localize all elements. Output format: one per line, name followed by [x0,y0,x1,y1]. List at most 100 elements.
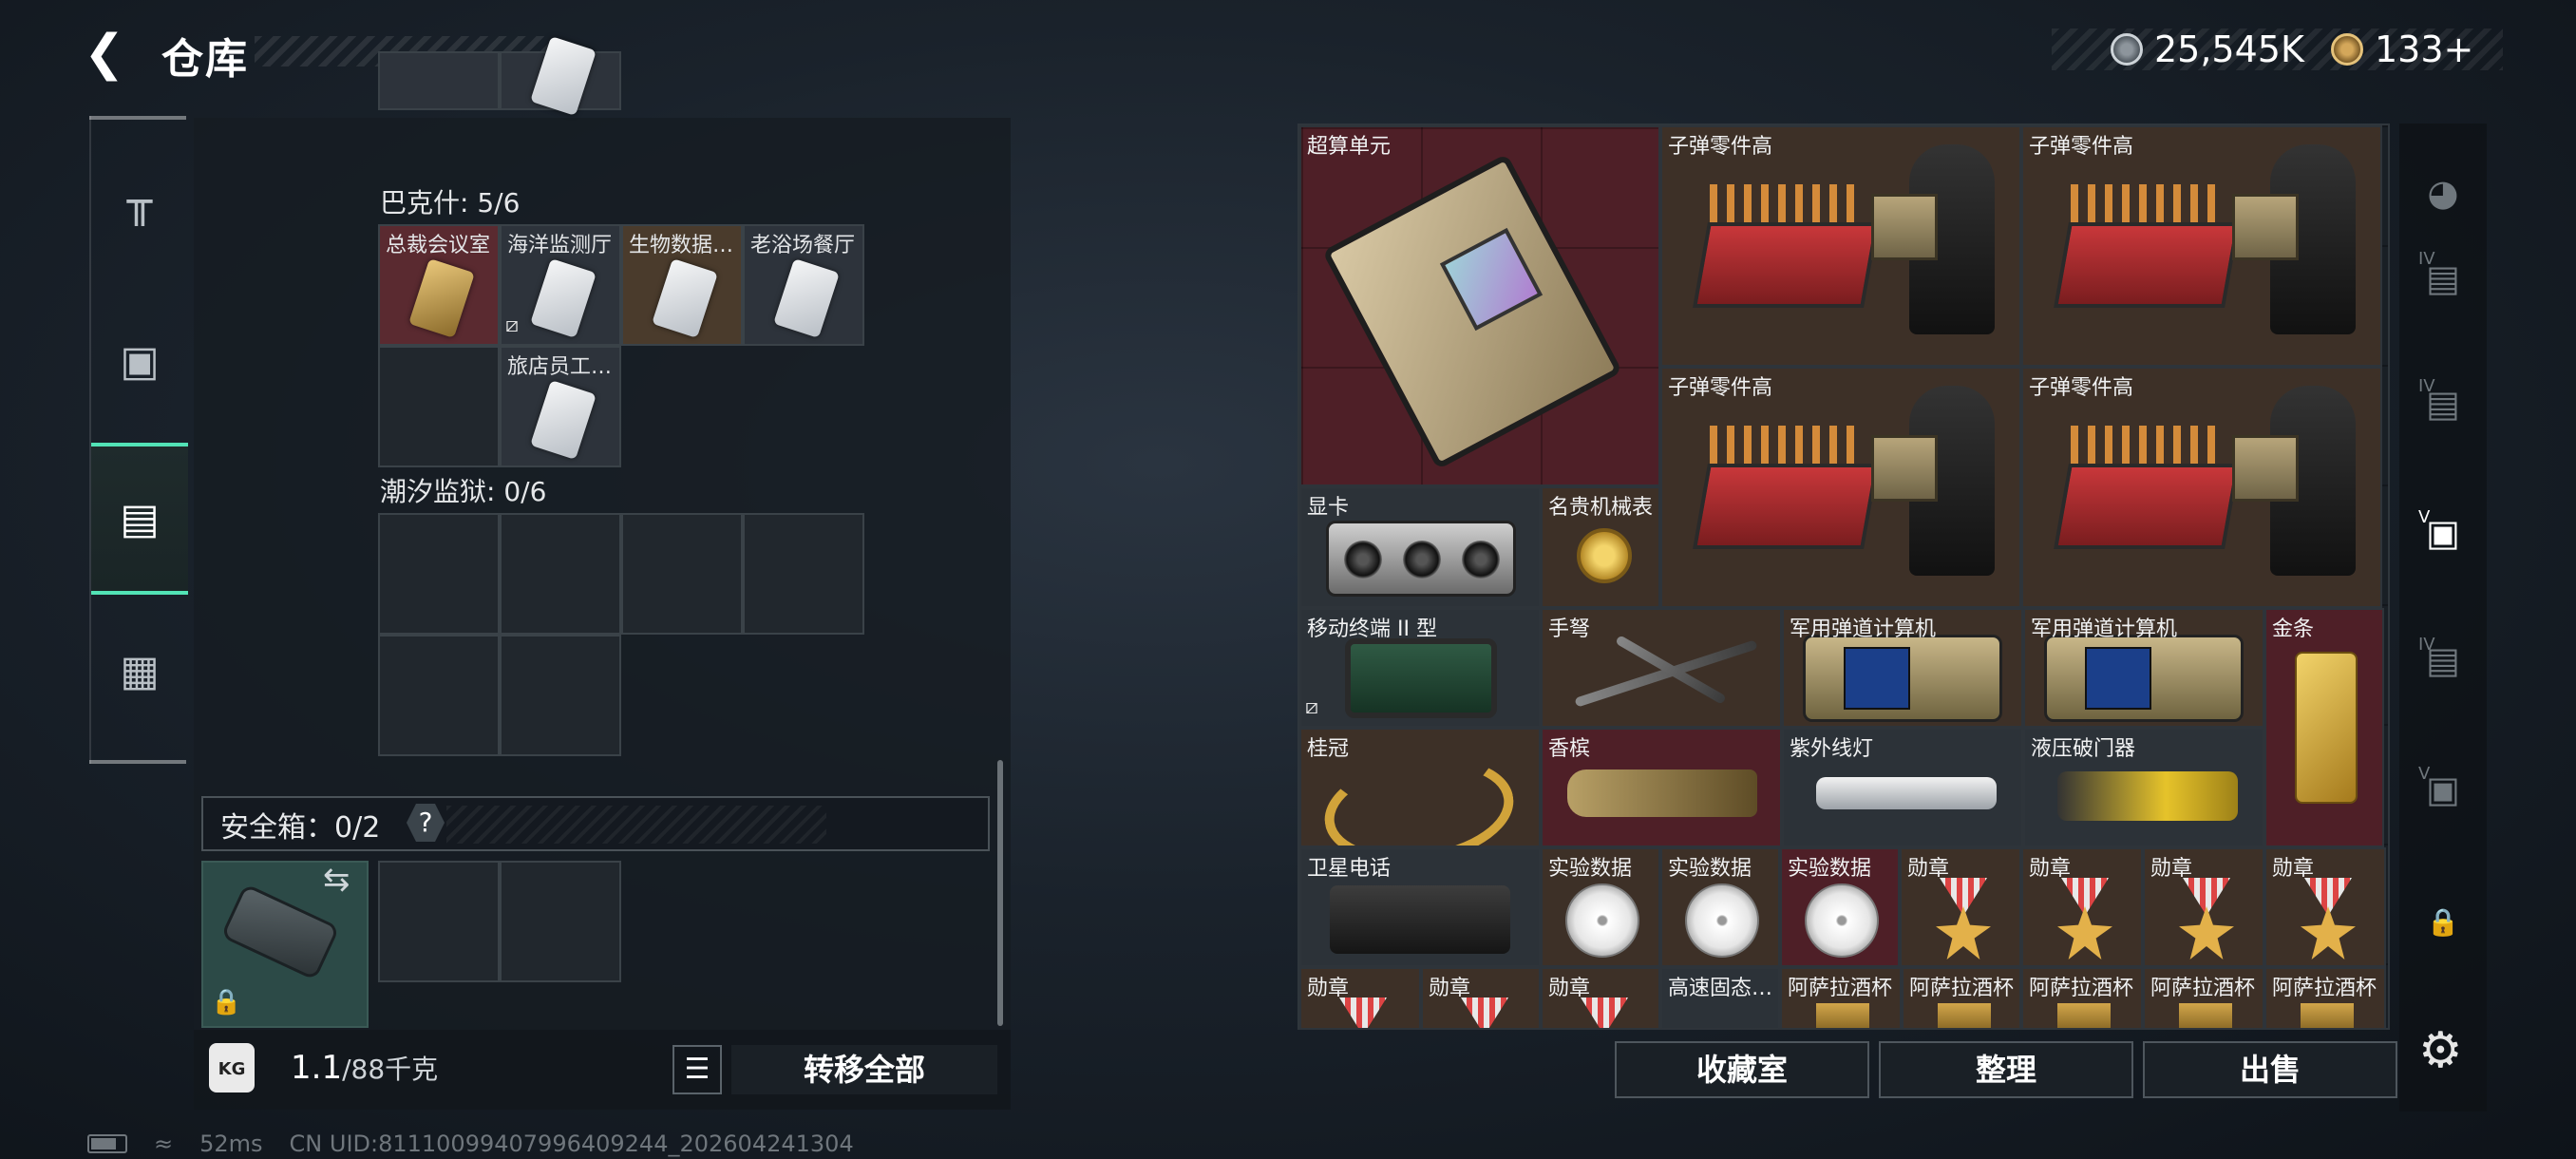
item-label: 勋章 [1548,977,1591,1000]
gold-amount: 133+ [2375,28,2474,70]
keycard-slot-empty[interactable] [378,513,500,635]
keycard-slot[interactable]: 总裁会议室 [378,224,500,346]
keycard-label: 生物数据… [629,234,734,257]
sell-button[interactable]: 出售 [2143,1041,2397,1098]
organize-button[interactable]: 整理 [1879,1041,2133,1098]
silver-coin-icon [2111,33,2143,66]
silver-currency[interactable]: 25,545K [2111,28,2304,70]
item-supercomputer[interactable]: 超算单元 [1299,125,1660,486]
item-medal[interactable]: 勋章 [1900,847,2021,967]
transfer-all-button[interactable]: 转移全部 [731,1045,997,1094]
item-ammo-parts[interactable]: 子弹零件高 [1660,367,2021,608]
safe-slot-empty[interactable] [500,861,621,982]
keycard-slot-empty[interactable] [378,346,500,467]
item-ballistic-computer[interactable]: 军用弹道计算机 [1782,608,2023,728]
toolbox-icon: ▦ [120,646,160,695]
item-champagne[interactable]: 香槟 [1541,728,1782,847]
ballistic-computer-icon [2044,635,2244,722]
item-crossbow[interactable]: 手弩 [1541,608,1782,728]
nav-toolbox[interactable]: ▦ [91,595,188,747]
vest-v-icon[interactable]: ▣ [2399,481,2487,585]
item-label: 实验数据 [1668,857,1752,881]
swap-icon[interactable]: ⇆ [323,861,350,899]
item-asara-cup[interactable]: 阿萨拉酒杯 [1902,967,2021,1030]
item-lab-data[interactable]: 实验数据 [1541,847,1660,967]
item-asara-cup[interactable]: 阿萨拉酒杯 [2264,967,2386,1030]
keycard-icon [530,380,597,460]
item-ammo-parts[interactable]: 子弹零件高 [1660,125,2021,367]
item-mobile-terminal[interactable]: 移动终端 II 型 ⧄ [1299,608,1541,728]
item-medal[interactable]: 勋章 [1541,967,1660,1030]
nav-backpack[interactable]: ▤ [91,443,188,595]
gold-currency[interactable]: 133+ [2331,28,2473,70]
item-label: 勋章 [2272,857,2315,881]
item-asara-cup[interactable]: 阿萨拉酒杯 [2143,967,2264,1030]
item-asara-cup[interactable]: 阿萨拉酒杯 [1780,967,1902,1030]
item-lab-data[interactable]: 实验数据 [1660,847,1780,967]
collection-button[interactable]: 收藏室 [1615,1041,1869,1098]
vest-iv-icon[interactable]: ▤ [2399,352,2487,456]
bullets-icon [2071,184,2223,222]
keycard-slot-partial[interactable] [378,51,500,110]
item-medal[interactable]: 勋章 [1299,967,1421,1030]
champagne-icon [1567,770,1757,817]
item-uv-lamp[interactable]: 紫外线灯 [1782,728,2023,847]
item-ammo-parts[interactable]: 子弹零件高 [2021,367,2382,608]
vest-iv-icon[interactable]: ▤ [2399,226,2487,331]
silver-amount: 25,545K [2154,28,2304,70]
keycard-icon [652,258,718,338]
ammo-box-icon [1693,464,1879,549]
keycard-slot-empty[interactable] [500,513,621,635]
nav-armor[interactable]: ▣ [91,285,188,437]
safe-slot-empty[interactable] [378,861,500,982]
item-gpu[interactable]: 显卡 [1299,486,1541,608]
keycard-slot-empty[interactable] [500,635,621,756]
scrollbar[interactable] [997,760,1003,1026]
medal-icon [2301,906,2356,960]
item-hydraulic-breaker[interactable]: 液压破门器 [2023,728,2264,847]
item-lab-data[interactable]: 实验数据 [1780,847,1900,967]
crate-icon [2232,435,2299,502]
gear-icon[interactable]: ⚙ [2418,1022,2463,1079]
keycard-slot[interactable]: 旅店员工… [500,346,621,467]
item-medal[interactable]: 勋章 [2264,847,2386,967]
cup-icon [1816,1003,1869,1028]
keycard-icon [530,258,597,338]
vest-v-icon[interactable]: ▣ [2399,737,2487,842]
bag-iv-icon[interactable]: ▤ [2399,608,2487,712]
keycard-slot[interactable]: 海洋监测厅 ⧄ [500,224,621,346]
item-gold-bar[interactable]: 金条 [2264,608,2384,847]
item-watch[interactable]: 名贵机械表 [1541,486,1660,608]
item-asara-cup[interactable]: 阿萨拉酒杯 [2021,967,2143,1030]
no-trade-icon: ⧄ [505,314,519,337]
item-medal[interactable]: 勋章 [1421,967,1541,1030]
list-icon[interactable]: ☰ [672,1045,722,1094]
item-sat-phone[interactable]: 卫星电话 [1299,847,1541,967]
keycard-slot-empty[interactable] [621,513,743,635]
armor-icon: ▣ [120,336,160,386]
item-medal[interactable]: 勋章 [2143,847,2264,967]
keycard-slot-empty[interactable] [378,635,500,756]
item-laurel[interactable]: 桂冠 [1299,728,1541,847]
keycard-label: 老浴场餐厅 [750,234,856,257]
item-ammo-parts[interactable]: 子弹零件高 [2021,125,2382,367]
keycard-slot[interactable]: 老浴场餐厅 [743,224,864,346]
nav-weapons[interactable]: ╥ [91,125,188,277]
item-label: 子弹零件高 [2029,135,2134,159]
gold-bar-icon [2295,652,2358,804]
medal-ribbon-icon [1581,998,1628,1028]
safe-box-label: 安全箱：0/2 [220,811,381,845]
item-ballistic-computer[interactable]: 军用弹道计算机 [2023,608,2264,728]
back-arrow-icon[interactable]: ❮ [84,27,137,80]
lock-icon: 🔒 [2426,906,2460,938]
item-medal[interactable]: 勋章 [2021,847,2143,967]
cup-icon [2057,1003,2111,1028]
keycard-slot-partial[interactable] [500,36,621,116]
stash-grid: 超算单元 子弹零件高 子弹零件高 子弹零件高 子弹零件高 显卡 名贵机械表 移动… [1297,124,2390,1030]
keycard-slot-empty[interactable] [743,513,864,635]
item-ssd[interactable]: 高速固态… [1660,967,1780,1030]
item-label: 阿萨拉酒杯 [2272,977,2377,1000]
keycard-slot[interactable]: 生物数据… [621,224,743,346]
crossbow-limb-icon [1615,635,1727,705]
item-label: 勋章 [2150,857,2193,881]
